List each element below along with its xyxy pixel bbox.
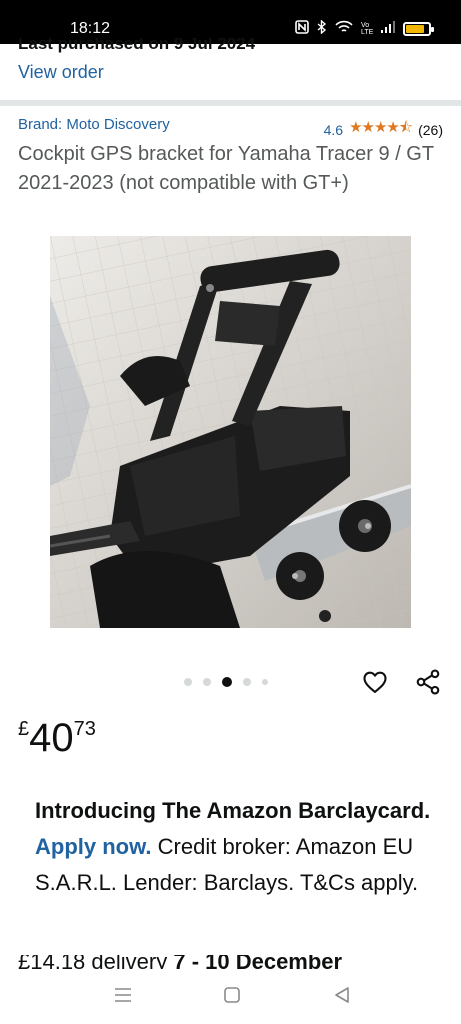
price-fraction: 73 <box>73 718 96 740</box>
price-whole: 40 <box>29 716 74 760</box>
status-time: 18:12 <box>70 20 111 37</box>
carousel-dot <box>262 679 268 685</box>
view-order-link[interactable]: View order <box>18 62 104 83</box>
carousel-dot-active <box>222 677 232 687</box>
brand-link[interactable]: Brand: Moto Discovery <box>18 116 170 133</box>
product-title: Cockpit GPS bracket for Yamaha Tracer 9 … <box>18 143 434 194</box>
signal-icon <box>381 21 395 37</box>
heart-icon[interactable] <box>361 668 389 696</box>
carousel-indicator <box>184 677 268 687</box>
bluetooth-icon <box>317 19 327 38</box>
battery-icon <box>403 22 434 36</box>
system-nav-bar <box>0 969 461 1024</box>
apply-now-link[interactable]: Apply now. <box>35 834 152 859</box>
section-divider <box>0 100 461 106</box>
nfc-icon <box>295 20 309 38</box>
battery-fill <box>406 25 424 33</box>
volte-icon: Vo LTE <box>361 22 374 36</box>
status-icons: Vo LTE <box>295 19 434 38</box>
delivery-price: £14.18 delivery <box>18 955 168 969</box>
product-photo-illustration <box>50 236 411 628</box>
wifi-icon <box>335 20 353 38</box>
barclaycard-promo: Introducing The Amazon Barclaycard. Appl… <box>35 793 435 901</box>
price-currency: £ <box>18 718 30 740</box>
last-purchased-text: Last purchased on 9 Jul 2024 <box>18 38 256 53</box>
carousel-dot <box>243 678 251 686</box>
back-icon[interactable] <box>333 986 351 1009</box>
product-price: £4073 <box>18 714 96 762</box>
home-icon[interactable] <box>223 986 241 1009</box>
carousel-dot <box>184 678 192 686</box>
share-icon[interactable] <box>414 668 442 696</box>
rating-summary[interactable]: 4.6 ★★★★⯪ (26) <box>324 117 443 142</box>
delivery-dates: 7 - 10 December <box>173 955 343 969</box>
promo-heading: Introducing The Amazon Barclaycard. <box>35 798 431 823</box>
carousel-dot <box>203 678 211 686</box>
rating-count: (26) <box>418 121 443 138</box>
rating-value: 4.6 <box>323 121 344 138</box>
delivery-info: £14.18 delivery 7 - 10 December <box>18 955 342 969</box>
product-image[interactable] <box>50 236 411 628</box>
star-rating-icon: ★★★★⯪ <box>349 119 413 136</box>
recent-apps-icon[interactable] <box>113 986 133 1009</box>
